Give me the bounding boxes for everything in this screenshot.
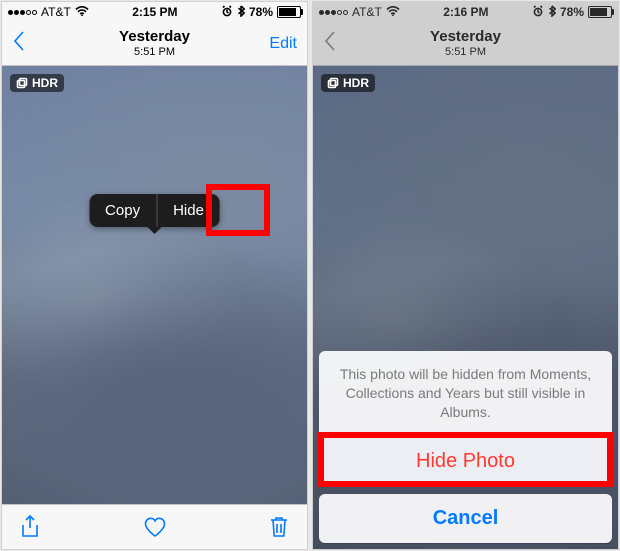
alarm-icon	[221, 5, 233, 20]
action-sheet-message: This photo will be hidden from Moments, …	[319, 351, 612, 437]
menu-copy[interactable]: Copy	[89, 194, 156, 227]
battery-pct: 78%	[560, 5, 584, 19]
favorite-button[interactable]	[143, 516, 167, 538]
back-button	[323, 30, 337, 57]
phone-left: AT&T 2:15 PM 78% Yesterday	[2, 2, 307, 549]
photo-content	[2, 45, 307, 505]
nav-bar: Yesterday 5:51 PM Edit	[313, 22, 618, 66]
hdr-stack-icon	[327, 77, 339, 89]
hide-photo-button[interactable]: Hide Photo	[319, 437, 612, 486]
nav-subtitle: 5:51 PM	[2, 46, 307, 58]
signal-dots-icon	[8, 10, 37, 15]
hdr-text: HDR	[343, 76, 369, 90]
alarm-icon	[532, 5, 544, 20]
action-sheet-card: This photo will be hidden from Moments, …	[319, 351, 612, 486]
nav-title-group: Yesterday 5:51 PM	[313, 29, 618, 58]
nav-title: Yesterday	[313, 29, 618, 46]
share-button[interactable]	[20, 515, 40, 539]
status-bar: AT&T 2:15 PM 78%	[2, 2, 307, 22]
hdr-badge: HDR	[321, 74, 375, 92]
bluetooth-icon	[237, 5, 245, 20]
nav-bar: Yesterday 5:51 PM Edit	[2, 22, 307, 66]
carrier-label: AT&T	[352, 5, 382, 19]
context-menu: Copy Hide	[89, 194, 220, 227]
menu-hide[interactable]: Hide	[157, 194, 220, 227]
battery-icon	[277, 6, 301, 18]
nav-title-group: Yesterday 5:51 PM	[2, 29, 307, 58]
two-phone-canvas: AT&T 2:15 PM 78% Yesterday	[0, 0, 620, 551]
battery-icon	[588, 6, 612, 18]
clock-label: 2:15 PM	[89, 5, 221, 19]
signal-dots-icon	[319, 10, 348, 15]
battery-pct: 78%	[249, 5, 273, 19]
hdr-stack-icon	[16, 77, 28, 89]
phone-right: AT&T 2:16 PM 78% Yesterday	[313, 2, 618, 549]
back-button[interactable]	[12, 30, 26, 57]
edit-button[interactable]: Edit	[269, 35, 297, 53]
action-sheet: This photo will be hidden from Moments, …	[319, 351, 612, 543]
status-bar: AT&T 2:16 PM 78%	[313, 2, 618, 22]
cancel-button[interactable]: Cancel	[319, 494, 612, 543]
action-sheet-cancel-card: Cancel	[319, 494, 612, 543]
clock-label: 2:16 PM	[400, 5, 532, 19]
wifi-icon	[75, 5, 89, 19]
delete-button[interactable]	[269, 515, 289, 539]
carrier-label: AT&T	[41, 5, 71, 19]
bottom-toolbar	[2, 504, 307, 549]
hdr-text: HDR	[32, 76, 58, 90]
wifi-icon	[386, 5, 400, 19]
battery-fill	[590, 8, 607, 16]
nav-subtitle: 5:51 PM	[313, 46, 618, 58]
nav-title: Yesterday	[2, 29, 307, 46]
hdr-badge: HDR	[10, 74, 64, 92]
bluetooth-icon	[548, 5, 556, 20]
battery-fill	[279, 8, 296, 16]
